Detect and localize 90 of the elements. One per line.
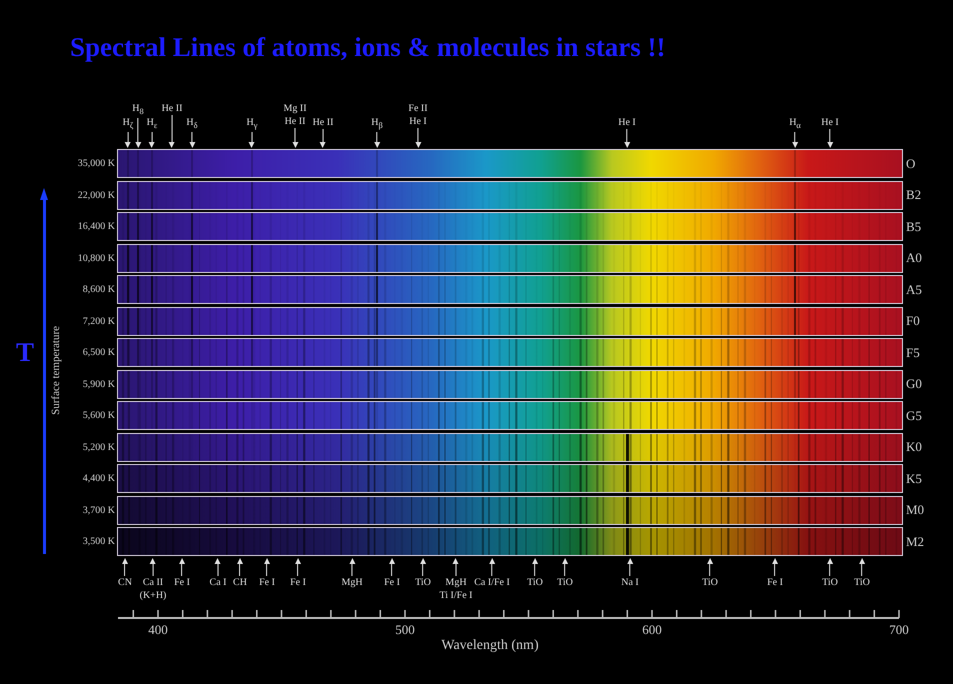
up-arrow-icon [858, 558, 866, 576]
up-arrow-icon [826, 558, 834, 576]
spectral-class-label: O [905, 156, 916, 172]
up-arrow-icon [532, 558, 538, 576]
tick-label: 700 [889, 622, 909, 638]
line-label: He I [618, 116, 636, 129]
line-label: CH [233, 576, 247, 588]
up-arrow-icon [348, 558, 356, 576]
line-label: Mg II [283, 102, 307, 115]
line-label: He II [284, 115, 306, 128]
spectral-class-label: G0 [905, 376, 922, 392]
up-arrow-icon [150, 558, 156, 576]
line-label: H$_{8}$ [132, 102, 144, 118]
temperature-label: 5,600 K [82, 410, 116, 422]
line-label: TiO [527, 576, 543, 588]
line-label: Ca I [210, 576, 226, 588]
temperature-label: 7,200 K [82, 316, 116, 327]
line-label: TiO [415, 576, 431, 588]
temperature-label: 8,600 K [82, 284, 116, 296]
line-label: He I [409, 115, 427, 128]
temperature-label: 3,500 K [82, 536, 116, 548]
spectral-class-label: B5 [905, 218, 922, 235]
spectral-class-label: K5 [905, 470, 922, 487]
up-arrow-icon [626, 558, 634, 576]
chart-title: Spectral Lines of atoms, ions & molecules in stars !! [69, 31, 666, 63]
up-arrow-icon [40, 188, 48, 554]
up-arrow-icon [178, 558, 186, 576]
spectral-class-label: A5 [905, 282, 922, 298]
spectral-class-label: G5 [905, 408, 922, 424]
tick-label: 600 [642, 622, 662, 638]
spectral-class-label: B2 [905, 187, 922, 204]
up-arrow-icon [772, 558, 778, 576]
line-label: Fe I [767, 576, 783, 588]
spectral-class-label: F5 [905, 344, 920, 361]
axis-title: Wavelength (nm) [441, 638, 539, 654]
temperature-label: 4,400 K [82, 473, 116, 484]
line-label: TiO [822, 576, 838, 588]
spectral-class-label: M0 [905, 502, 924, 518]
tick-label: 500 [395, 622, 415, 638]
line-label: Na I [621, 576, 639, 588]
tick-label: 400 [148, 622, 168, 638]
line-label: Fe I [259, 576, 275, 588]
line-label: Fe I [384, 576, 400, 588]
temperature-label: 35,000 K [78, 158, 116, 170]
up-arrow-icon [420, 558, 426, 576]
line-label: H$_{γ}$ [246, 116, 258, 132]
line-label: TiO [854, 576, 870, 588]
up-arrow-icon [236, 558, 244, 576]
temperature-label: 10,800 K [78, 252, 116, 264]
temperature-symbol: T [16, 337, 34, 368]
spectral-class-label: A0 [905, 250, 922, 266]
line-label: H$_{ζ}$ [122, 116, 134, 132]
temperature-label: 5,200 K [82, 442, 116, 453]
up-arrow-icon [294, 558, 302, 576]
temperature-label: 6,500 K [82, 347, 116, 358]
axis-label: Surface temperature [50, 326, 62, 416]
line-label: TiO [702, 576, 718, 588]
line-label: Ca II [142, 576, 164, 588]
spectral-class-label: M2 [905, 534, 924, 550]
line-label: H$_{β}$ [371, 116, 383, 132]
line-label: He II [162, 102, 182, 115]
line-label: He I [821, 116, 839, 129]
line-label: He II [312, 116, 334, 129]
spectral-class-label: F0 [905, 313, 920, 330]
up-arrow-icon [214, 558, 222, 576]
spectral-class-label: K0 [905, 439, 922, 456]
temperature-label: 16,400 K [78, 221, 116, 232]
line-label: Fe II [408, 102, 428, 115]
temperature-label: 22,000 K [78, 190, 116, 201]
up-arrow-icon [264, 558, 270, 576]
up-arrow-icon [488, 558, 496, 576]
temperature-label: 3,700 K [82, 504, 116, 516]
line-label: MgH [341, 576, 363, 588]
line-label: TiO [557, 576, 573, 588]
line-label: H$_{δ}$ [186, 116, 198, 132]
line-label: Fe I [290, 576, 306, 588]
up-arrow-icon [452, 558, 460, 576]
temperature-label: 5,900 K [82, 378, 116, 390]
line-label: H$_{ε}$ [146, 116, 158, 132]
up-arrow-icon [388, 558, 396, 576]
line-label: (K+H) [140, 588, 166, 602]
line-label: MgH [445, 576, 467, 588]
up-arrow-icon [562, 558, 568, 576]
line-label: Ca I/Fe I [474, 576, 510, 588]
up-arrow-icon [121, 558, 128, 576]
line-label: Ti I/Fe I [440, 588, 472, 602]
line-label: H$_{α}$ [789, 116, 801, 132]
line-label: Fe I [174, 576, 190, 588]
up-arrow-icon [706, 558, 714, 576]
line-label: CN [118, 576, 132, 588]
